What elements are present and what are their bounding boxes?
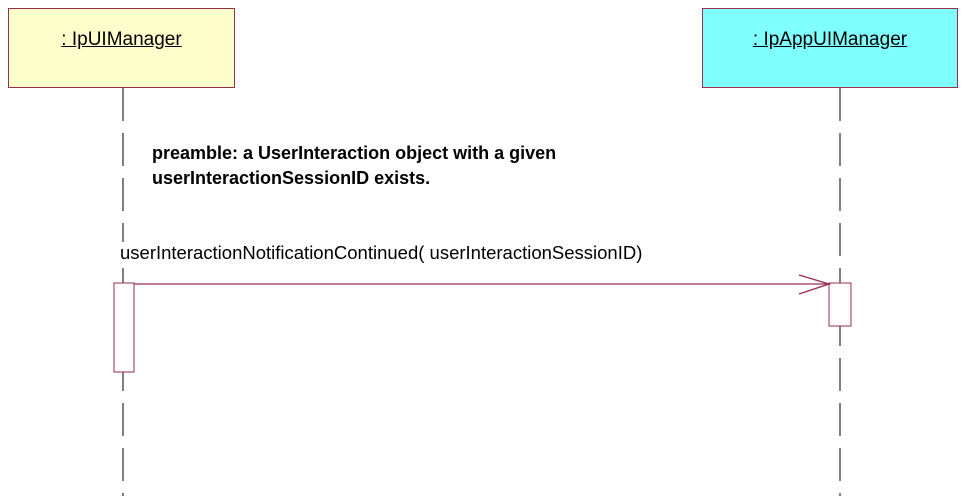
participant-label-ipuimanager: : IpUIManager	[61, 29, 182, 50]
message-label: userInteractionNotificationContinued( us…	[120, 242, 645, 264]
preamble-note-line-2: userInteractionSessionID exists.	[152, 168, 431, 188]
activation-bar-ipappuimanager	[828, 282, 852, 327]
participant-ipappuimanager: : IpAppUIManager	[702, 8, 958, 88]
participant-ipuimanager: : IpUIManager	[8, 8, 235, 88]
participant-label-ipappuimanager: : IpAppUIManager	[752, 29, 908, 50]
preamble-note-line-1: preamble: a UserInteraction object with …	[152, 143, 557, 163]
preamble-note: preamble: a UserInteraction object with …	[152, 141, 772, 191]
activation-bar-ipuimanager	[113, 282, 135, 373]
